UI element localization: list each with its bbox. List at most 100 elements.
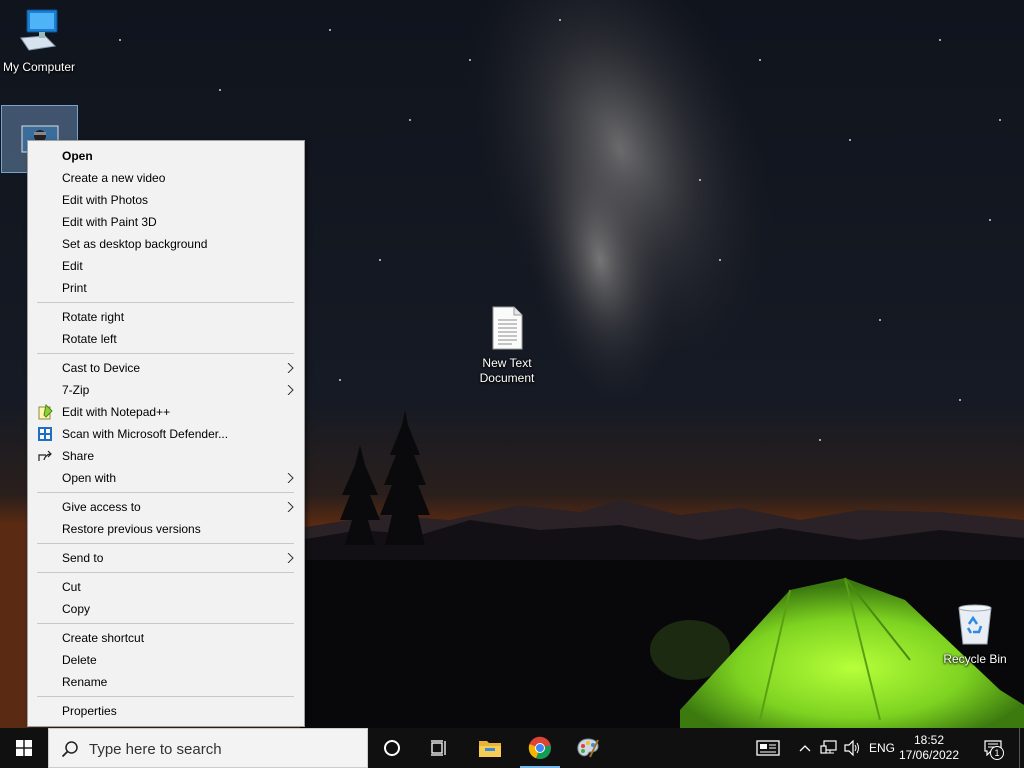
- menu-item-restore-previous-versions[interactable]: Restore previous versions: [28, 518, 304, 540]
- menu-item-label: Delete: [62, 653, 97, 667]
- desktop-icon-recycle-bin[interactable]: Recycle Bin: [937, 602, 1013, 667]
- task-view-icon: [431, 740, 446, 756]
- menu-item-label: Restore previous versions: [62, 522, 201, 536]
- menu-item-cast-to-device[interactable]: Cast to Device: [28, 357, 304, 379]
- menu-item-rename[interactable]: Rename: [28, 671, 304, 693]
- chrome-icon: [528, 736, 551, 760]
- paint-button[interactable]: [564, 728, 612, 768]
- menu-separator: [37, 696, 294, 697]
- menu-item-label: Edit with Paint 3D: [62, 215, 157, 229]
- menu-item-set-desktop-background[interactable]: Set as desktop background: [28, 233, 304, 255]
- notepad-plus-plus-icon: [38, 404, 53, 420]
- news-interests-button[interactable]: [754, 728, 782, 768]
- cortana-button[interactable]: [368, 728, 416, 768]
- desktop-icon-label: New Text Document: [479, 356, 535, 385]
- menu-item-label: Edit with Photos: [62, 193, 149, 207]
- menu-item-edit-with-paint-3d[interactable]: Edit with Paint 3D: [28, 211, 304, 233]
- share-icon: [38, 450, 52, 461]
- windows-logo-icon: [16, 740, 32, 756]
- defender-shield-icon: [38, 427, 52, 441]
- menu-item-7-zip[interactable]: 7-Zip: [28, 379, 304, 401]
- menu-separator: [37, 492, 294, 493]
- menu-item-create-shortcut[interactable]: Create shortcut: [28, 627, 304, 649]
- action-center-button[interactable]: 1: [976, 728, 1010, 768]
- menu-item-edit-with-photos[interactable]: Edit with Photos: [28, 189, 304, 211]
- menu-item-label: Edit: [62, 259, 83, 273]
- menu-item-edit[interactable]: Edit: [28, 255, 304, 277]
- menu-item-label: 7-Zip: [62, 383, 90, 397]
- menu-item-label: Rotate left: [62, 332, 117, 346]
- menu-item-copy[interactable]: Copy: [28, 598, 304, 620]
- input-language-button[interactable]: ENG: [866, 728, 898, 768]
- task-view-button[interactable]: [416, 728, 464, 768]
- menu-item-label: Print: [62, 281, 87, 295]
- network-icon: [820, 740, 837, 754]
- menu-item-label: Share: [62, 449, 95, 463]
- search-placeholder: Type here to search: [89, 741, 222, 758]
- menu-item-label: Set as desktop background: [62, 237, 208, 251]
- file-explorer-button[interactable]: [466, 728, 514, 768]
- menu-item-label: Properties: [62, 704, 117, 718]
- start-button[interactable]: [0, 728, 48, 768]
- menu-item-rotate-left[interactable]: Rotate left: [28, 328, 304, 350]
- menu-item-rotate-right[interactable]: Rotate right: [28, 306, 304, 328]
- taskbar: Type here to search ENG 18:52 17/06/2022…: [0, 728, 1024, 768]
- menu-item-label: Edit with Notepad++: [62, 405, 171, 419]
- menu-item-open-with[interactable]: Open with: [28, 467, 304, 489]
- chevron-right-icon: [287, 502, 294, 512]
- computer-icon: [1, 8, 77, 58]
- chevron-right-icon: [287, 363, 294, 373]
- menu-item-label: Copy: [62, 602, 91, 616]
- desktop-icon-label: Recycle Bin: [943, 652, 1007, 666]
- menu-separator: [37, 353, 294, 354]
- menu-item-label: Open with: [62, 471, 117, 485]
- chevron-right-icon: [287, 385, 294, 395]
- clock-button[interactable]: 18:52 17/06/2022: [898, 728, 960, 768]
- search-input[interactable]: Type here to search: [48, 728, 368, 768]
- paint-palette-icon: [577, 738, 599, 758]
- menu-separator: [37, 302, 294, 303]
- menu-item-print[interactable]: Print: [28, 277, 304, 299]
- menu-item-label: Create shortcut: [62, 631, 145, 645]
- chevron-right-icon: [287, 473, 294, 483]
- clock-date: 17/06/2022: [898, 748, 960, 762]
- menu-item-share[interactable]: Share: [28, 445, 304, 467]
- menu-item-scan-with-defender[interactable]: Scan with Microsoft Defender...: [28, 423, 304, 445]
- network-button[interactable]: [818, 728, 840, 768]
- desktop-icon-my-computer[interactable]: My Computer: [1, 8, 77, 75]
- menu-item-label: Create a new video: [62, 171, 166, 185]
- menu-separator: [37, 572, 294, 573]
- text-document-icon: [469, 306, 545, 354]
- menu-item-properties[interactable]: Properties: [28, 700, 304, 722]
- menu-item-edit-with-notepad-plus-plus[interactable]: Edit with Notepad++: [28, 401, 304, 423]
- speaker-icon: [844, 740, 859, 756]
- news-icon: [756, 740, 780, 756]
- recycle-bin-icon: [937, 602, 1013, 650]
- menu-item-delete[interactable]: Delete: [28, 649, 304, 671]
- menu-item-label: Give access to: [62, 500, 141, 514]
- menu-item-create-new-video[interactable]: Create a new video: [28, 167, 304, 189]
- menu-item-label: Open: [62, 149, 93, 163]
- folder-icon: [479, 741, 501, 757]
- menu-item-label: Scan with Microsoft Defender...: [62, 427, 229, 441]
- menu-item-label: Rotate right: [62, 310, 125, 324]
- cortana-circle-icon: [384, 740, 400, 756]
- context-menu: Open Create a new video Edit with Photos…: [27, 140, 305, 727]
- show-desktop-button[interactable]: [1019, 728, 1024, 768]
- volume-button[interactable]: [842, 728, 864, 768]
- menu-item-label: Cast to Device: [62, 361, 141, 375]
- search-icon: [61, 741, 78, 758]
- menu-item-open[interactable]: Open: [28, 145, 304, 167]
- desktop-icon-label: My Computer: [2, 60, 76, 74]
- show-hidden-icons-button[interactable]: [796, 728, 814, 768]
- chevron-right-icon: [287, 553, 294, 563]
- chrome-button[interactable]: [516, 728, 564, 768]
- chevron-up-icon: [799, 745, 811, 752]
- clock-time: 18:52: [913, 733, 945, 747]
- menu-item-send-to[interactable]: Send to: [28, 547, 304, 569]
- menu-item-give-access-to[interactable]: Give access to: [28, 496, 304, 518]
- menu-item-cut[interactable]: Cut: [28, 576, 304, 598]
- menu-separator: [37, 543, 294, 544]
- menu-item-label: Send to: [62, 551, 104, 565]
- desktop-icon-new-text-document[interactable]: New Text Document: [469, 306, 545, 386]
